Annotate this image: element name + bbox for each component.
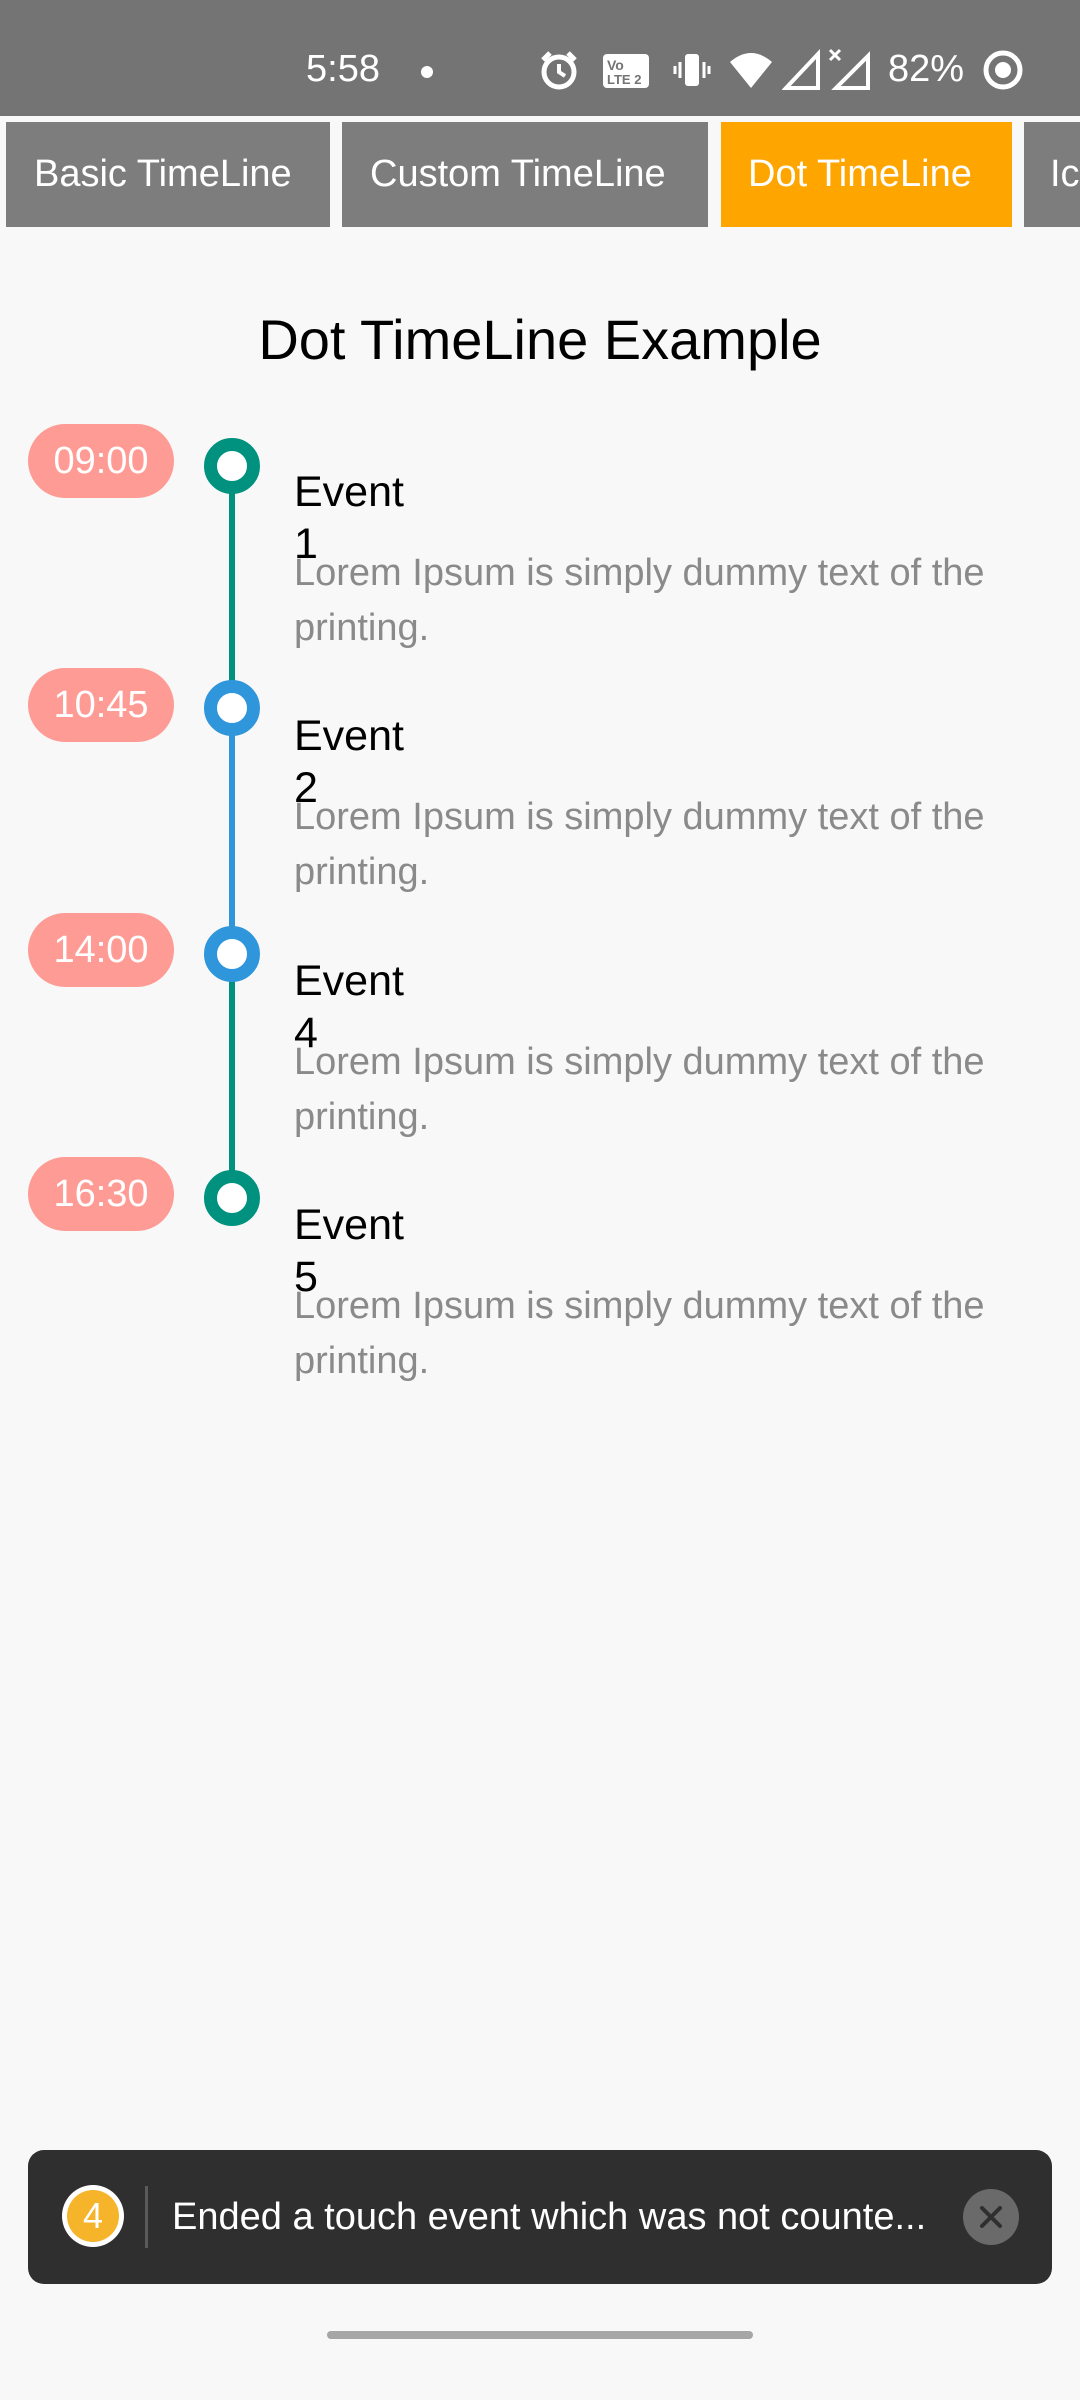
volte-icon: Vo LTE 2 — [603, 54, 649, 88]
page-title: Dot TimeLine Example — [258, 308, 822, 371]
tab-bar: Basic TimeLine Custom TimeLine Dot TimeL… — [0, 122, 1080, 227]
svg-text:LTE 2: LTE 2 — [607, 72, 641, 87]
event-description: Lorem Ipsum is simply dummy text of the … — [294, 552, 985, 649]
status-bar: 5:58 Vo LTE 2 82% — [0, 0, 1080, 116]
toast-count-badge: 4 — [62, 2185, 124, 2247]
alarm-icon — [541, 51, 577, 90]
timeline-dot — [204, 926, 260, 982]
gesture-nav-handle[interactable] — [327, 2331, 753, 2339]
vibrate-icon — [673, 54, 711, 86]
time-badge: 16:30 — [28, 1157, 174, 1231]
toast-close-button[interactable] — [963, 2189, 1019, 2245]
timeline-dot — [204, 438, 260, 494]
wifi-icon — [730, 53, 772, 88]
tab-icon-timeline[interactable]: Ic — [1024, 122, 1080, 227]
tab-label: Dot TimeLine — [748, 153, 972, 195]
battery-saver-icon — [983, 50, 1023, 90]
signal-x-icon — [828, 48, 870, 90]
time-badge: 10:45 — [28, 668, 174, 742]
toast-text: Ended a touch event which was not counte… — [172, 2196, 927, 2238]
tab-dot-timeline[interactable]: Dot TimeLine — [721, 122, 1012, 227]
event-description: Lorem Ipsum is simply dummy text of the … — [294, 796, 985, 893]
tab-label: Custom TimeLine — [370, 153, 666, 195]
timeline-dot — [204, 1170, 260, 1226]
svg-text:Vo: Vo — [607, 57, 624, 73]
signal-icon — [782, 48, 820, 90]
toast-message: 4 Ended a touch event which was not coun… — [28, 2150, 1052, 2284]
tab-custom-timeline[interactable]: Custom TimeLine — [342, 122, 708, 227]
event-description: Lorem Ipsum is simply dummy text of the … — [294, 1285, 985, 1382]
tab-basic-timeline[interactable]: Basic TimeLine — [6, 122, 330, 227]
timeline-line-segment — [229, 708, 235, 954]
timeline-line-segment — [229, 466, 235, 708]
time-badge: 09:00 — [28, 424, 174, 498]
timeline-dot — [204, 680, 260, 736]
battery-percentage: 82% — [888, 48, 965, 90]
notification-dot-icon — [421, 66, 433, 78]
timeline-line-segment — [229, 954, 235, 1198]
close-icon — [980, 2206, 1002, 2228]
tab-label: Ic — [1050, 153, 1080, 195]
toast-count: 4 — [67, 2190, 119, 2242]
tab-label: Basic TimeLine — [34, 153, 292, 195]
status-time: 5:58 — [306, 48, 380, 90]
toast-divider — [145, 2186, 148, 2248]
event-description: Lorem Ipsum is simply dummy text of the … — [294, 1041, 985, 1138]
time-badge: 14:00 — [28, 913, 174, 987]
